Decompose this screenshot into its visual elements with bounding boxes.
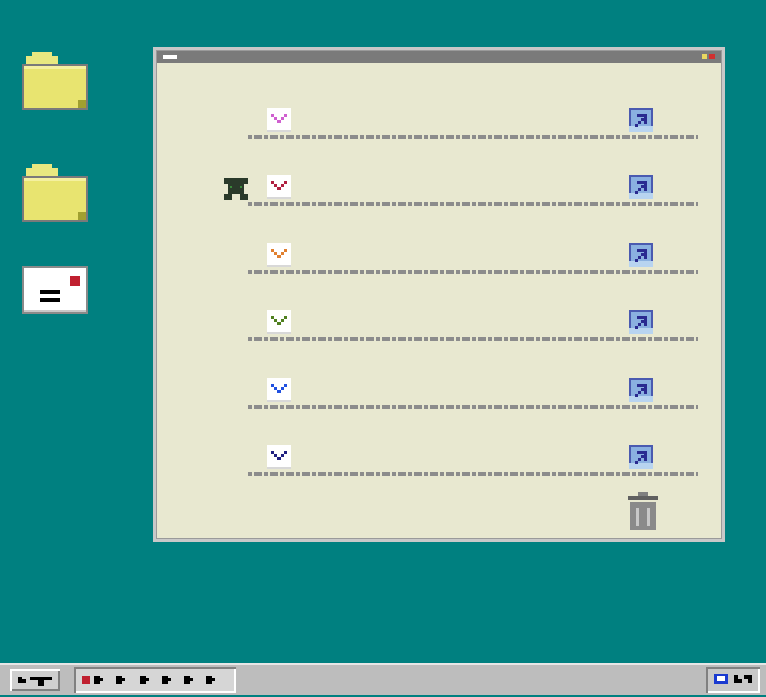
envelope-icon[interactable] xyxy=(267,445,291,469)
external-link-icon[interactable] xyxy=(629,445,653,469)
external-link-icon[interactable] xyxy=(629,310,653,335)
external-link-icon[interactable] xyxy=(629,242,653,267)
minimize-icon[interactable] xyxy=(702,54,707,59)
envelope-icon[interactable] xyxy=(267,310,291,335)
mail-row[interactable] xyxy=(248,242,698,310)
trash-icon[interactable] xyxy=(628,492,658,530)
row-divider xyxy=(248,202,698,207)
row-divider xyxy=(248,404,698,409)
window-menu-icon[interactable] xyxy=(163,55,177,59)
mail-row[interactable] xyxy=(248,108,698,175)
external-link-icon[interactable] xyxy=(629,175,653,200)
row-divider xyxy=(248,135,698,139)
envelope-icon[interactable] xyxy=(267,242,291,267)
mail-row[interactable] xyxy=(248,310,698,377)
desktop-folder-icon-2[interactable] xyxy=(22,164,88,222)
desktop-folder-icon-1[interactable] xyxy=(22,52,88,110)
mail-row[interactable] xyxy=(248,377,698,445)
start-button[interactable] xyxy=(10,669,60,691)
external-link-icon[interactable] xyxy=(629,377,653,402)
agent-marker-icon xyxy=(224,178,248,200)
close-icon[interactable] xyxy=(709,54,715,59)
envelope-icon[interactable] xyxy=(267,377,291,402)
mail-row[interactable] xyxy=(248,175,698,242)
envelope-icon[interactable] xyxy=(267,108,291,132)
taskbar xyxy=(0,663,766,695)
external-link-icon[interactable] xyxy=(629,108,653,132)
window-titlebar[interactable] xyxy=(157,51,721,63)
desktop-mail-icon[interactable] xyxy=(22,266,88,314)
system-tray xyxy=(706,667,760,693)
taskbar-window-button[interactable] xyxy=(74,667,236,693)
envelope-icon[interactable] xyxy=(267,175,291,200)
row-divider xyxy=(248,269,698,274)
row-divider xyxy=(248,337,698,342)
row-divider xyxy=(248,472,698,476)
mail-window xyxy=(153,47,725,542)
